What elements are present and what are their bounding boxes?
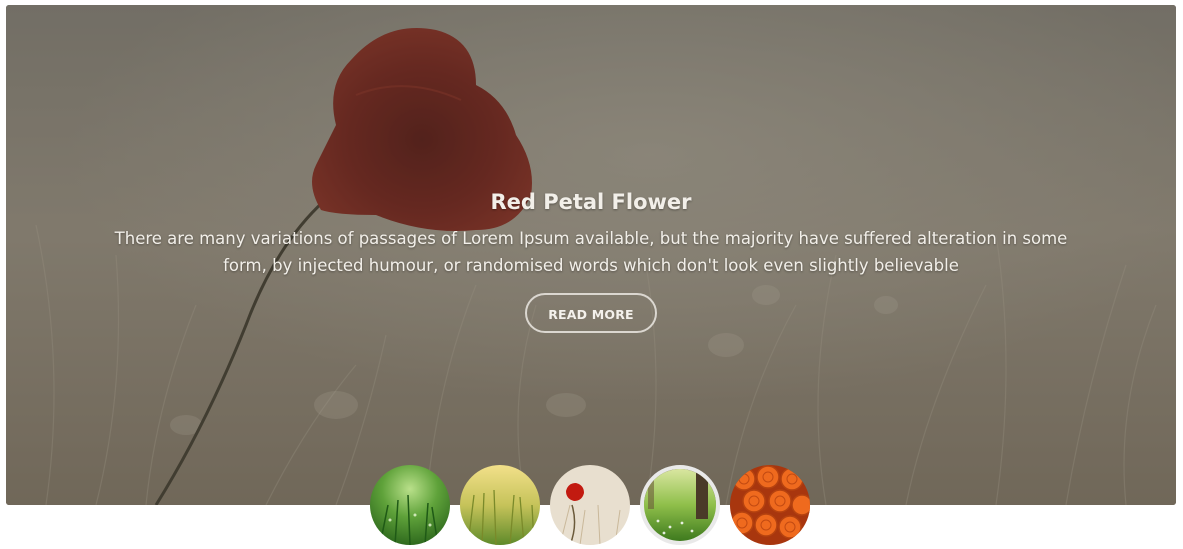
red-poppy-thumbnail xyxy=(550,465,630,545)
thumbnail-navigation xyxy=(370,465,812,545)
image-slider[interactable]: Red Petal Flower There are many variatio… xyxy=(6,5,1176,505)
thumbnail-red-poppy[interactable] xyxy=(550,465,630,545)
read-more-button[interactable]: READ MORE xyxy=(525,293,657,333)
slide-caption: Red Petal Flower There are many variatio… xyxy=(6,185,1176,333)
yellow-wheat-field-thumbnail xyxy=(460,465,540,545)
green-grass-dew-thumbnail xyxy=(370,465,450,545)
thumbnail-green-grass[interactable] xyxy=(370,465,450,545)
orange-roses-thumbnail xyxy=(730,465,810,545)
slide-title: Red Petal Flower xyxy=(490,190,692,214)
thumbnail-wheat-field[interactable] xyxy=(460,465,540,545)
thumbnail-forest-meadow[interactable] xyxy=(640,465,720,545)
thumbnail-orange-roses[interactable] xyxy=(730,465,810,545)
slide-description: There are many variations of passages of… xyxy=(114,229,1068,275)
forest-meadow-thumbnail xyxy=(644,469,716,541)
